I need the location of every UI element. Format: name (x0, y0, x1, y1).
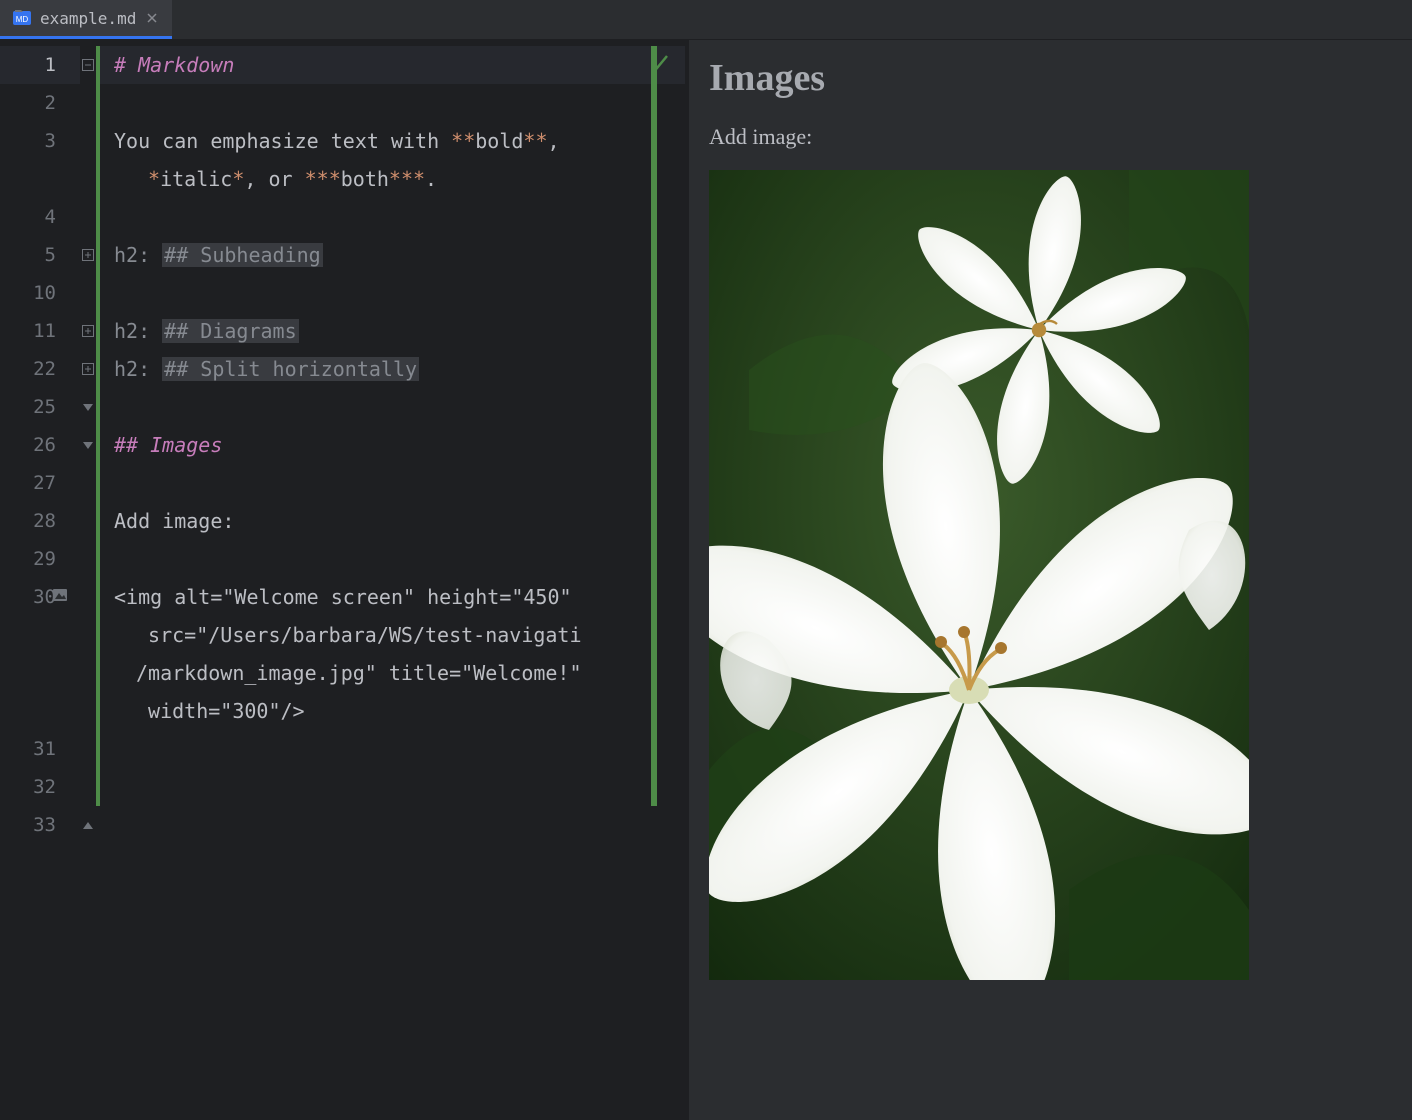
fold-region-end-icon[interactable] (83, 822, 93, 829)
gutter-line-number: 30 (0, 578, 80, 616)
code-line[interactable]: h2: ## Split horizontally (100, 350, 685, 388)
gutter-line-number: 4 (0, 198, 80, 236)
gutter-line-number: 29 (0, 540, 80, 578)
gutter-line-number (0, 616, 80, 654)
tab-bar: MD example.md (0, 0, 1412, 40)
fold-cell[interactable] (80, 312, 96, 350)
code-line[interactable]: *italic*, or ***both***. (100, 160, 685, 198)
code-line[interactable]: h2: ## Diagrams (100, 312, 685, 350)
fold-expand-icon[interactable] (82, 325, 94, 337)
gutter-line-number: 32 (0, 768, 80, 806)
code-line[interactable] (100, 388, 685, 426)
fold-cell (80, 274, 96, 312)
fold-cell (80, 198, 96, 236)
fold-cell[interactable] (80, 806, 96, 844)
gutter-line-number: 3 (0, 122, 80, 160)
gutter: 123 45101122252627282930 313233 (0, 40, 80, 1120)
code-line[interactable]: h2: ## Subheading (100, 236, 685, 274)
gutter-line-number: 26 (0, 426, 80, 464)
fold-cell (80, 654, 96, 692)
preview-image (709, 170, 1249, 980)
preview-pane: Images Add image: (689, 40, 1412, 1120)
fold-cell (80, 160, 96, 198)
tab-filename: example.md (40, 9, 136, 28)
gutter-line-number (0, 654, 80, 692)
gutter-line-number (0, 160, 80, 198)
fold-cell (80, 502, 96, 540)
gutter-line-number: 25 (0, 388, 80, 426)
fold-cell[interactable] (80, 426, 96, 464)
gutter-line-number: 28 (0, 502, 80, 540)
fold-cell (80, 730, 96, 768)
code-line[interactable] (100, 768, 685, 806)
fold-cell (80, 768, 96, 806)
code-line[interactable] (100, 806, 685, 844)
folded-region-placeholder[interactable]: ## Subheading (162, 243, 323, 267)
fold-cell (80, 540, 96, 578)
folded-region-placeholder[interactable]: ## Split horizontally (162, 357, 419, 381)
code-line[interactable]: width="300"/> (100, 692, 685, 730)
gutter-line-number: 1 (0, 46, 80, 84)
fold-cell[interactable] (80, 236, 96, 274)
fold-collapse-icon[interactable] (82, 59, 94, 71)
code-line[interactable] (100, 84, 685, 122)
close-tab-icon[interactable] (144, 10, 160, 26)
fold-cell[interactable] (80, 46, 96, 84)
code-line[interactable]: /markdown_image.jpg" title="Welcome!" (100, 654, 685, 692)
code-line[interactable]: <img alt="Welcome screen" height="450" (100, 578, 685, 616)
code-line[interactable]: ## Images (100, 426, 685, 464)
fold-cell (80, 692, 96, 730)
image-gutter-icon[interactable] (52, 586, 68, 608)
svg-text:MD: MD (16, 15, 29, 24)
gutter-line-number: 22 (0, 350, 80, 388)
code-area[interactable]: # Markdown You can emphasize text with **… (100, 40, 685, 1120)
fold-region-start-icon[interactable] (83, 404, 93, 411)
code-line[interactable] (100, 730, 685, 768)
code-line[interactable]: # Markdown (100, 46, 685, 84)
gutter-line-number: 10 (0, 274, 80, 312)
gutter-line-number (0, 692, 80, 730)
code-line[interactable] (100, 464, 685, 502)
code-line[interactable] (100, 274, 685, 312)
gutter-line-number: 33 (0, 806, 80, 844)
gutter-line-number: 2 (0, 84, 80, 122)
fold-expand-icon[interactable] (82, 363, 94, 375)
code-line[interactable]: Add image: (100, 502, 685, 540)
fold-cell (80, 616, 96, 654)
fold-cell (80, 122, 96, 160)
gutter-line-number: 31 (0, 730, 80, 768)
editor-pane: 123 45101122252627282930 313233 # Markdown… (0, 40, 685, 1120)
fold-cell[interactable] (80, 388, 96, 426)
code-line[interactable] (100, 540, 685, 578)
fold-strip (80, 40, 96, 1120)
preview-heading: Images (709, 56, 1392, 100)
fold-cell (80, 464, 96, 502)
code-line[interactable] (100, 198, 685, 236)
markdown-file-icon: MD (12, 8, 32, 28)
preview-text: Add image: (709, 124, 1392, 150)
fold-expand-icon[interactable] (82, 249, 94, 261)
fold-cell (80, 84, 96, 122)
gutter-line-number: 11 (0, 312, 80, 350)
fold-cell (80, 578, 96, 616)
code-line[interactable]: You can emphasize text with **bold**, (100, 122, 685, 160)
fold-region-start-icon[interactable] (83, 442, 93, 449)
change-marker-bar-right (651, 46, 657, 806)
fold-cell[interactable] (80, 350, 96, 388)
gutter-line-number: 27 (0, 464, 80, 502)
folded-region-placeholder[interactable]: ## Diagrams (162, 319, 298, 343)
gutter-line-number: 5 (0, 236, 80, 274)
tab-example-md[interactable]: MD example.md (0, 0, 172, 39)
code-line[interactable]: src="/Users/barbara/WS/test-navigati (100, 616, 685, 654)
